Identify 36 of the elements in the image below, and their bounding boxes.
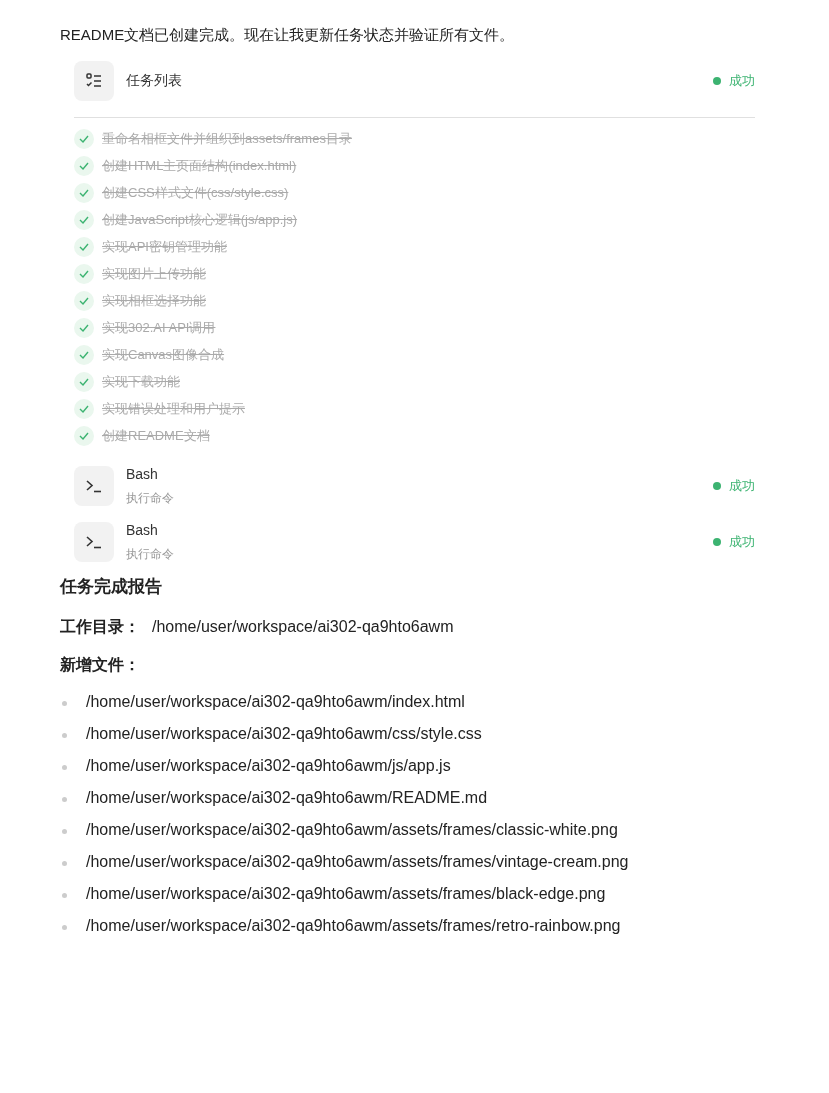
task-text: 创建CSS样式文件(css/style.css) (102, 184, 289, 203)
files-label: 新增文件： (60, 655, 141, 675)
terminal-icon (85, 478, 103, 493)
file-path: /home/user/workspace/ai302-qa9hto6awm/index.html (86, 692, 466, 712)
task-text: 实现图片上传功能 (102, 265, 206, 284)
status-label: 成功 (729, 71, 755, 90)
workdir-label: 工作目录： (60, 617, 140, 637)
tool-subtitle: 执行命令 (126, 546, 175, 563)
tool-title: 任务列表 (126, 71, 183, 90)
status-label: 成功 (729, 476, 755, 495)
task-text: 实现相框选择功能 (102, 292, 206, 311)
file-path: /home/user/workspace/ai302-qa9hto6awm/README.md (86, 788, 489, 808)
task-text: 重命名相框文件并组织到assets/frames目录 (102, 130, 352, 149)
file-path: /home/user/workspace/ai302-qa9hto6awm/assets/frames/vintage-cream.png (86, 852, 630, 872)
task-text: 实现Canvas图像合成 (102, 346, 225, 365)
file-path: /home/user/workspace/ai302-qa9hto6awm/assets/frames/classic-white.png (86, 820, 619, 840)
tool-title: Bash (126, 465, 159, 484)
report-heading: 任务完成报告 (60, 575, 163, 598)
task-text: 创建HTML主页面结构(index.html) (102, 157, 297, 176)
task-text: 创建README文档 (102, 427, 210, 446)
terminal-icon (85, 534, 103, 549)
file-path: /home/user/workspace/ai302-qa9hto6awm/assets/frames/black-edge.png (86, 884, 607, 904)
checklist-icon (85, 71, 103, 90)
tool-title: Bash (126, 521, 159, 540)
task-text: 实现下载功能 (102, 373, 180, 392)
task-text: 实现API密钥管理功能 (102, 238, 227, 257)
file-path: /home/user/workspace/ai302-qa9hto6awm/js/app.js (86, 756, 452, 776)
file-path: /home/user/workspace/ai302-qa9hto6awm/css/style.css (86, 724, 483, 744)
status-label: 成功 (729, 532, 755, 551)
tool-subtitle: 执行命令 (126, 490, 175, 507)
task-text: 实现错误处理和用户提示 (102, 400, 245, 419)
intro-text: README文档已创建完成。现在让我更新任务状态并验证所有文件。 (60, 25, 516, 45)
workdir-path: /home/user/workspace/ai302-qa9hto6awm (152, 617, 454, 637)
task-text: 创建JavaScript核心逻辑(js/app.js) (102, 211, 298, 230)
task-text: 实现302.AI API调用 (102, 319, 216, 338)
file-path: /home/user/workspace/ai302-qa9hto6awm/assets/frames/retro-rainbow.png (86, 916, 622, 936)
